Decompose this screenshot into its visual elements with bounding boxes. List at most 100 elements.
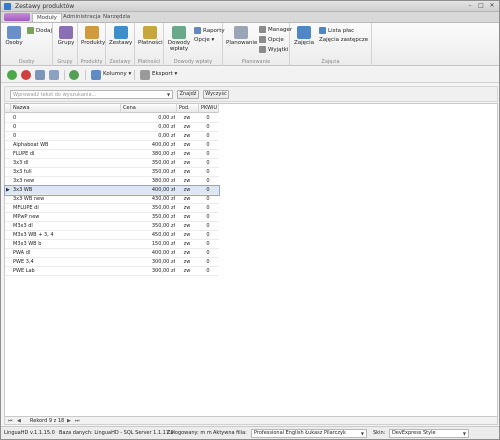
chevron-down-icon[interactable]: ▼ [166, 92, 171, 98]
eksport-button[interactable]: Eksport ▾ [152, 71, 177, 77]
next-record-button[interactable]: ▶ [67, 418, 71, 424]
cell-nazwa: M3x3 WB b [13, 241, 42, 247]
column-header-pkwiu[interactable]: PKWiU [199, 104, 219, 113]
grupy-button[interactable]: Grupy [56, 26, 76, 46]
cell-pkwiu: 0 [206, 259, 210, 265]
table-row[interactable]: PWE Lab 300,00 zł zw 0 [5, 267, 219, 276]
column-header-cena[interactable]: Cena [121, 104, 177, 113]
zestawy-button[interactable]: Zestawy [109, 26, 132, 46]
minimize-button[interactable]: – [465, 2, 475, 10]
table-row[interactable]: PWA dl 400,00 zł zw 0 [5, 249, 219, 258]
cell-nazwa: M3x3 WB + 3, 4 [13, 232, 54, 238]
manager-button[interactable]: Manager [259, 26, 292, 33]
column-header-pod[interactable]: Pod. [177, 104, 199, 113]
table-row[interactable]: 3x3 full 350,00 zł zw 0 [5, 168, 219, 177]
refresh-icon[interactable] [69, 70, 79, 80]
kolumny-button[interactable]: Kolumny ▾ [103, 71, 131, 77]
planowanie-opcje-label: Opcje [268, 36, 284, 43]
planowanie-opcje-button[interactable]: Opcje [259, 36, 284, 43]
skin-select[interactable]: DevExpress Style ▼ [389, 429, 469, 438]
dodaj-label: Dodaj [36, 27, 52, 34]
add-icon[interactable] [7, 70, 17, 80]
planowanie-button[interactable]: Planowanie [226, 26, 257, 46]
lista-plac-button[interactable]: Lista płac [319, 27, 354, 34]
wyczysc-button[interactable]: Wyczyść [203, 90, 229, 99]
cell-cena: 300,00 zł [151, 259, 175, 265]
wyjatki-button[interactable]: Wyjątki [259, 46, 288, 53]
cell-pkwiu: 0 [206, 169, 210, 175]
table-row[interactable]: 3x3 WB new 430,00 zł zw 0 [5, 195, 219, 204]
cell-nazwa: 3x3 WB [13, 187, 33, 193]
filia-value: Professional English Łukasz Pilarczyk [254, 430, 346, 436]
cell-nazwa: FLUPE dl [13, 151, 35, 157]
products-grid: Nazwa Cena Pod. PKWiU 0 0,00 zł zw 0 0 0,00 z… [4, 103, 498, 417]
group-caption-platnosci: Płatności [137, 59, 161, 65]
database-text: Baza danych: LinguaHD - SQL Server 1.1.1… [59, 430, 174, 436]
cell-pkwiu: 0 [206, 151, 210, 157]
zestawy-label: Zestawy [109, 40, 133, 46]
search-input[interactable]: Wprowadź tekst do wyszukania... ▼ [10, 90, 173, 99]
dowody-wplaty-button[interactable]: Dowody wpłaty [167, 26, 191, 52]
record-counter: Rekord 9 z 18 [30, 418, 65, 424]
table-row[interactable]: 3x3 dl 350,00 zł zw 0 [5, 159, 219, 168]
column-header-nazwa[interactable]: Nazwa [11, 104, 121, 113]
app-menu-button[interactable] [4, 13, 30, 21]
toolbar-separator [134, 70, 135, 80]
cell-pkwiu: 0 [206, 160, 210, 166]
tab-administracja[interactable]: Administracja [59, 13, 105, 22]
zajecia-button[interactable]: Zajęcia [294, 26, 314, 46]
close-button[interactable]: ✕ [487, 2, 497, 10]
table-row[interactable]: FLUPE dl 380,00 zł zw 0 [5, 150, 219, 159]
table-row[interactable]: 0 0,00 zł zw 0 [5, 114, 219, 123]
app-window: Zestawy produktów – □ ✕ Moduły Administr… [0, 0, 500, 440]
table-row[interactable]: 3x3 new 380,00 zł zw 0 [5, 177, 219, 186]
search-icon[interactable] [35, 70, 45, 80]
payroll-icon [319, 27, 326, 34]
platnosci-button[interactable]: Płatności [138, 26, 163, 46]
group-zestawy: Zestawy Zestawy [106, 23, 135, 66]
chevron-down-icon: ▼ [360, 431, 364, 436]
tab-moduly[interactable]: Moduły [32, 13, 62, 22]
last-record-button[interactable]: ⏭ [75, 418, 80, 424]
cell-nazwa: 3x3 WB new [13, 196, 45, 202]
cell-cena: 350,00 zł [151, 214, 175, 220]
table-row[interactable]: M3x3 dl 350,00 zł zw 0 [5, 222, 219, 231]
cell-cena: 0,00 zł [158, 133, 175, 139]
dodaj-button[interactable]: Dodaj [27, 27, 52, 34]
table-row[interactable]: 0 0,00 zł zw 0 [5, 132, 219, 141]
zajecia-zastepcze-button[interactable]: Zajęcia zastępcze [319, 37, 368, 43]
produkty-button[interactable]: Produkty [81, 26, 105, 46]
coins-icon [142, 26, 157, 39]
maximize-button[interactable]: □ [476, 2, 486, 10]
table-row[interactable]: PWE 3,4 300,00 zł zw 0 [5, 258, 219, 267]
cell-pod: zw [183, 151, 191, 157]
filia-select[interactable]: Professional English Łukasz Pilarczyk ▼ [251, 429, 367, 438]
table-row[interactable]: MPwP new 350,00 zł zw 0 [5, 213, 219, 222]
table-row[interactable]: 0 0,00 zł zw 0 [5, 123, 219, 132]
raporty-button[interactable]: Raporty [194, 27, 225, 34]
table-row[interactable]: M3x3 WB b 150,00 zł zw 0 [5, 240, 219, 249]
cell-pod: zw [183, 232, 191, 238]
dowody-opcje-button[interactable]: Opcje ▾ [194, 37, 214, 43]
edit-icon[interactable] [49, 70, 59, 80]
toolbar-separator [64, 70, 65, 80]
osoby-button[interactable]: Osoby [4, 26, 24, 46]
cell-pod: zw [183, 169, 191, 175]
tab-narzedzia[interactable]: Narzędzia [99, 13, 134, 22]
cell-nazwa: M3x3 dl [13, 223, 33, 229]
znajdz-button[interactable]: Znajdź [177, 90, 199, 99]
table-row[interactable]: M3x3 WB + 3, 4 450,00 zł zw 0 [5, 231, 219, 240]
delete-icon[interactable] [21, 70, 31, 80]
table-row[interactable]: Alphaboat WB 400,00 zł zw 0 [5, 141, 219, 150]
cell-nazwa: PWE 3,4 [13, 259, 34, 265]
cell-cena: 300,00 zł [151, 268, 175, 274]
group-caption-zestawy: Zestawy [109, 59, 131, 65]
cell-nazwa: PWE Lab [13, 268, 35, 274]
window-title: Zestawy produktów [15, 3, 75, 10]
table-row[interactable]: ▶ 3x3 WB 400,00 zł zw 0 [4, 185, 220, 196]
zajecia-label: Zajęcia [294, 40, 314, 46]
table-row[interactable]: MFLUPE dl 350,00 zł zw 0 [5, 204, 219, 213]
first-record-button[interactable]: ⏮ [8, 418, 13, 424]
prev-record-button[interactable]: ◀ [17, 418, 21, 424]
cell-pod: zw [183, 241, 191, 247]
